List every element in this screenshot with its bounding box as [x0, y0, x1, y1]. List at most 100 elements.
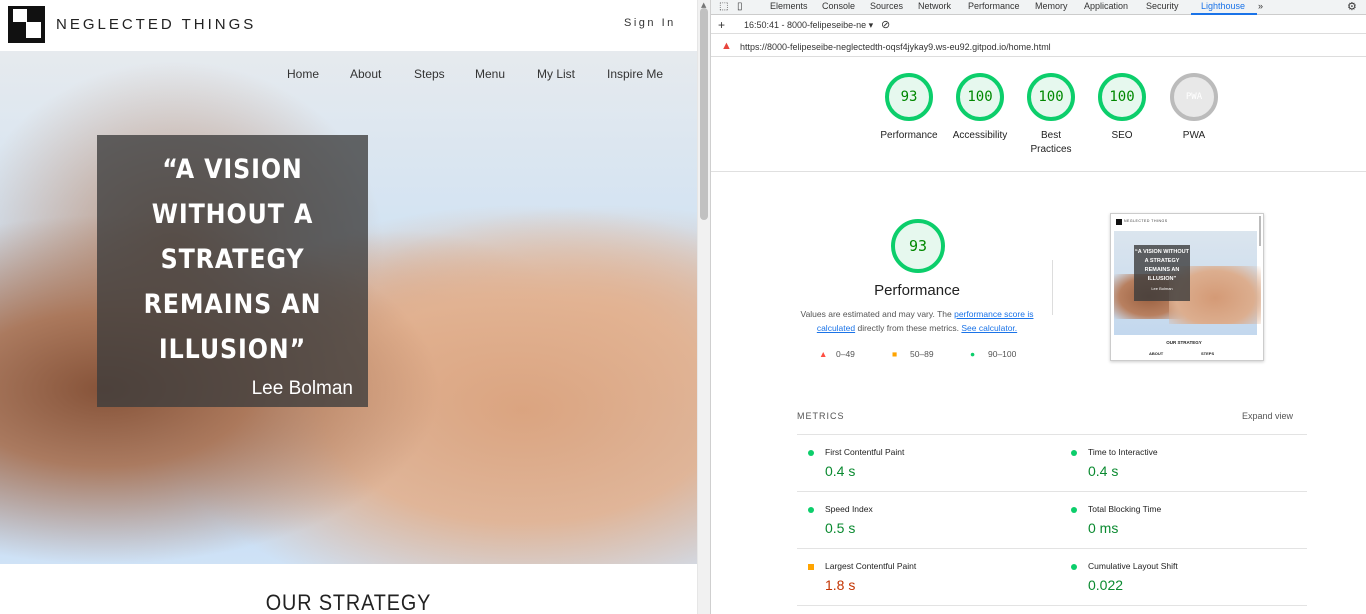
divider — [797, 548, 1307, 549]
desc-text: directly from these metrics. — [855, 323, 962, 333]
desc-text: Values are estimated and may vary. The — [800, 309, 955, 319]
performance-description: Values are estimated and may vary. The p… — [797, 307, 1037, 335]
lighthouse-toolbar: + 16:50:41 - 8000-felipeseibe-ne ▾ ⊘ — [711, 16, 1366, 34]
metric-name: First Contentful Paint — [825, 447, 905, 457]
gauge-accessibility[interactable]: 100 — [956, 73, 1004, 121]
report-url[interactable]: https://8000-felipeseibe-neglectedth-oqs… — [740, 42, 1051, 52]
hero-quote-box: “A VISION WITHOUT A STRATEGY REMAINS AN … — [97, 135, 368, 407]
performance-gauge-large: 93 — [891, 219, 945, 273]
metric-tti: Time to Interactive 0.4 s — [1060, 437, 1290, 489]
legend-fail: 0–49 — [836, 349, 855, 359]
tab-memory[interactable]: Memory — [1035, 1, 1068, 11]
pass-dot-icon — [1071, 450, 1077, 456]
nav-my-list[interactable]: My List — [537, 67, 575, 81]
nav-inspire-me[interactable]: Inspire Me — [607, 67, 663, 81]
gauge-seo[interactable]: 100 — [1098, 73, 1146, 121]
tab-security[interactable]: Security — [1146, 1, 1179, 11]
device-toggle-icon[interactable]: ▯ — [737, 1, 743, 12]
metric-tbt: Total Blocking Time 0 ms — [1060, 494, 1290, 546]
gauge-label: PWA — [1182, 130, 1206, 141]
metric-cls: Cumulative Layout Shift 0.022 — [1060, 551, 1290, 603]
divider — [797, 434, 1307, 435]
tab-sources[interactable]: Sources — [870, 1, 903, 11]
scrollbar-thumb[interactable] — [700, 8, 708, 220]
gauge-label: Performance — [880, 130, 938, 141]
thumbnail-quote: “A VISION WITHOUT A STRATEGY REMAINS AN … — [1134, 245, 1190, 301]
tab-lighthouse[interactable]: Lighthouse — [1201, 1, 1245, 11]
tab-elements[interactable]: Elements — [770, 1, 808, 11]
pass-dot-icon — [808, 507, 814, 513]
performance-title: Performance — [874, 282, 960, 299]
gauge-performance[interactable]: 93 — [885, 73, 933, 121]
gauge-pwa[interactable]: PWA — [1170, 73, 1218, 121]
site-logo[interactable] — [8, 6, 45, 43]
divider — [797, 605, 1307, 606]
inspect-icon[interactable]: ⬚ — [719, 1, 728, 12]
thumbnail-steps: STEPS — [1201, 351, 1215, 356]
tab-network[interactable]: Network — [918, 1, 951, 11]
metric-name: Cumulative Layout Shift — [1088, 561, 1178, 571]
thumbnail-brand: NEGLECTED THINGS — [1124, 219, 1168, 223]
divider — [711, 171, 1366, 172]
settings-gear-icon[interactable]: ⚙ — [1347, 0, 1357, 13]
quote-author: Lee Bolman — [251, 378, 353, 399]
devtools-tabbar: ⬚ ▯ Elements Console Sources Network Per… — [711, 0, 1366, 15]
gauge-label: SEO — [1111, 130, 1133, 141]
quote-line: REMAINS AN — [143, 289, 322, 320]
website-scrollbar[interactable]: ▲ — [697, 0, 710, 614]
metric-name: Time to Interactive — [1088, 447, 1158, 457]
divider — [797, 491, 1307, 492]
metrics-heading: METRICS — [797, 411, 845, 421]
nav-about[interactable]: About — [350, 67, 381, 81]
nav-steps[interactable]: Steps — [414, 67, 445, 81]
tab-console[interactable]: Console — [822, 1, 855, 11]
quote-line: WITHOUT A — [151, 199, 314, 230]
site-brand[interactable]: NEGLECTED THINGS — [56, 16, 256, 33]
url-bar: ▲ https://8000-felipeseibe-neglectedth-o… — [711, 35, 1366, 57]
metric-name: Largest Contentful Paint — [825, 561, 917, 571]
divider — [1052, 260, 1053, 315]
lighthouse-logo-icon: ▲ — [721, 40, 732, 52]
tab-application[interactable]: Application — [1084, 1, 1128, 11]
report-select[interactable]: 16:50:41 - 8000-felipeseibe-ne ▾ — [744, 20, 873, 31]
thumbnail-about: ABOUT — [1149, 351, 1164, 356]
more-tabs-icon[interactable]: » — [1258, 1, 1263, 11]
pass-dot-icon — [1071, 564, 1077, 570]
nav-menu[interactable]: Menu — [475, 67, 505, 81]
metric-name: Total Blocking Time — [1088, 504, 1162, 514]
metric-value: 0.5 s — [825, 520, 856, 536]
hero-quote: “A VISION WITHOUT A STRATEGY REMAINS AN … — [113, 147, 351, 372]
quote-line: “A VISION — [162, 154, 303, 185]
metric-lcp: Largest Contentful Paint 1.8 s — [797, 551, 1027, 603]
metric-value: 0.4 s — [1088, 463, 1119, 479]
nav-home[interactable]: Home — [287, 67, 319, 81]
average-square-icon — [808, 564, 814, 570]
metric-fcp: First Contentful Paint 0.4 s — [797, 437, 1027, 489]
thumbnail-heading: OUR STRATEGY — [1166, 340, 1202, 345]
active-tab-indicator — [1191, 13, 1257, 15]
devtools-panel: ⬚ ▯ Elements Console Sources Network Per… — [710, 0, 1366, 614]
metric-name: Speed Index — [825, 504, 873, 514]
pass-dot-icon — [808, 450, 814, 456]
metric-value: 0.022 — [1088, 577, 1124, 593]
expand-view-button[interactable]: Expand view — [1242, 411, 1293, 421]
metric-value: 0 ms — [1088, 520, 1119, 536]
legend-pass: 90–100 — [988, 349, 1017, 359]
pass-circle-icon: ● — [970, 349, 976, 359]
calculator-link[interactable]: See calculator. — [961, 323, 1017, 333]
gauge-label: Accessibility — [952, 130, 1008, 141]
tab-performance[interactable]: Performance — [968, 1, 1020, 11]
metric-value: 0.4 s — [825, 463, 856, 479]
fail-triangle-icon: ▲ — [819, 349, 828, 359]
clear-icon[interactable]: ⊘ — [881, 18, 890, 31]
section-heading: OUR STRATEGY — [265, 590, 432, 614]
gauge-best-practices[interactable]: 100 — [1027, 73, 1075, 121]
add-report-icon[interactable]: + — [718, 18, 725, 32]
gauge-label: Best Practices — [1030, 130, 1072, 155]
metric-speed-index: Speed Index 0.5 s — [797, 494, 1027, 546]
legend-average: 50–89 — [910, 349, 934, 359]
quote-line: ILLUSION” — [158, 334, 307, 365]
page-screenshot-thumbnail[interactable]: NEGLECTED THINGS “A VISION WITHOUT A STR… — [1110, 213, 1264, 361]
average-square-icon: ■ — [892, 349, 898, 359]
sign-in-link[interactable]: Sign In — [624, 17, 676, 29]
